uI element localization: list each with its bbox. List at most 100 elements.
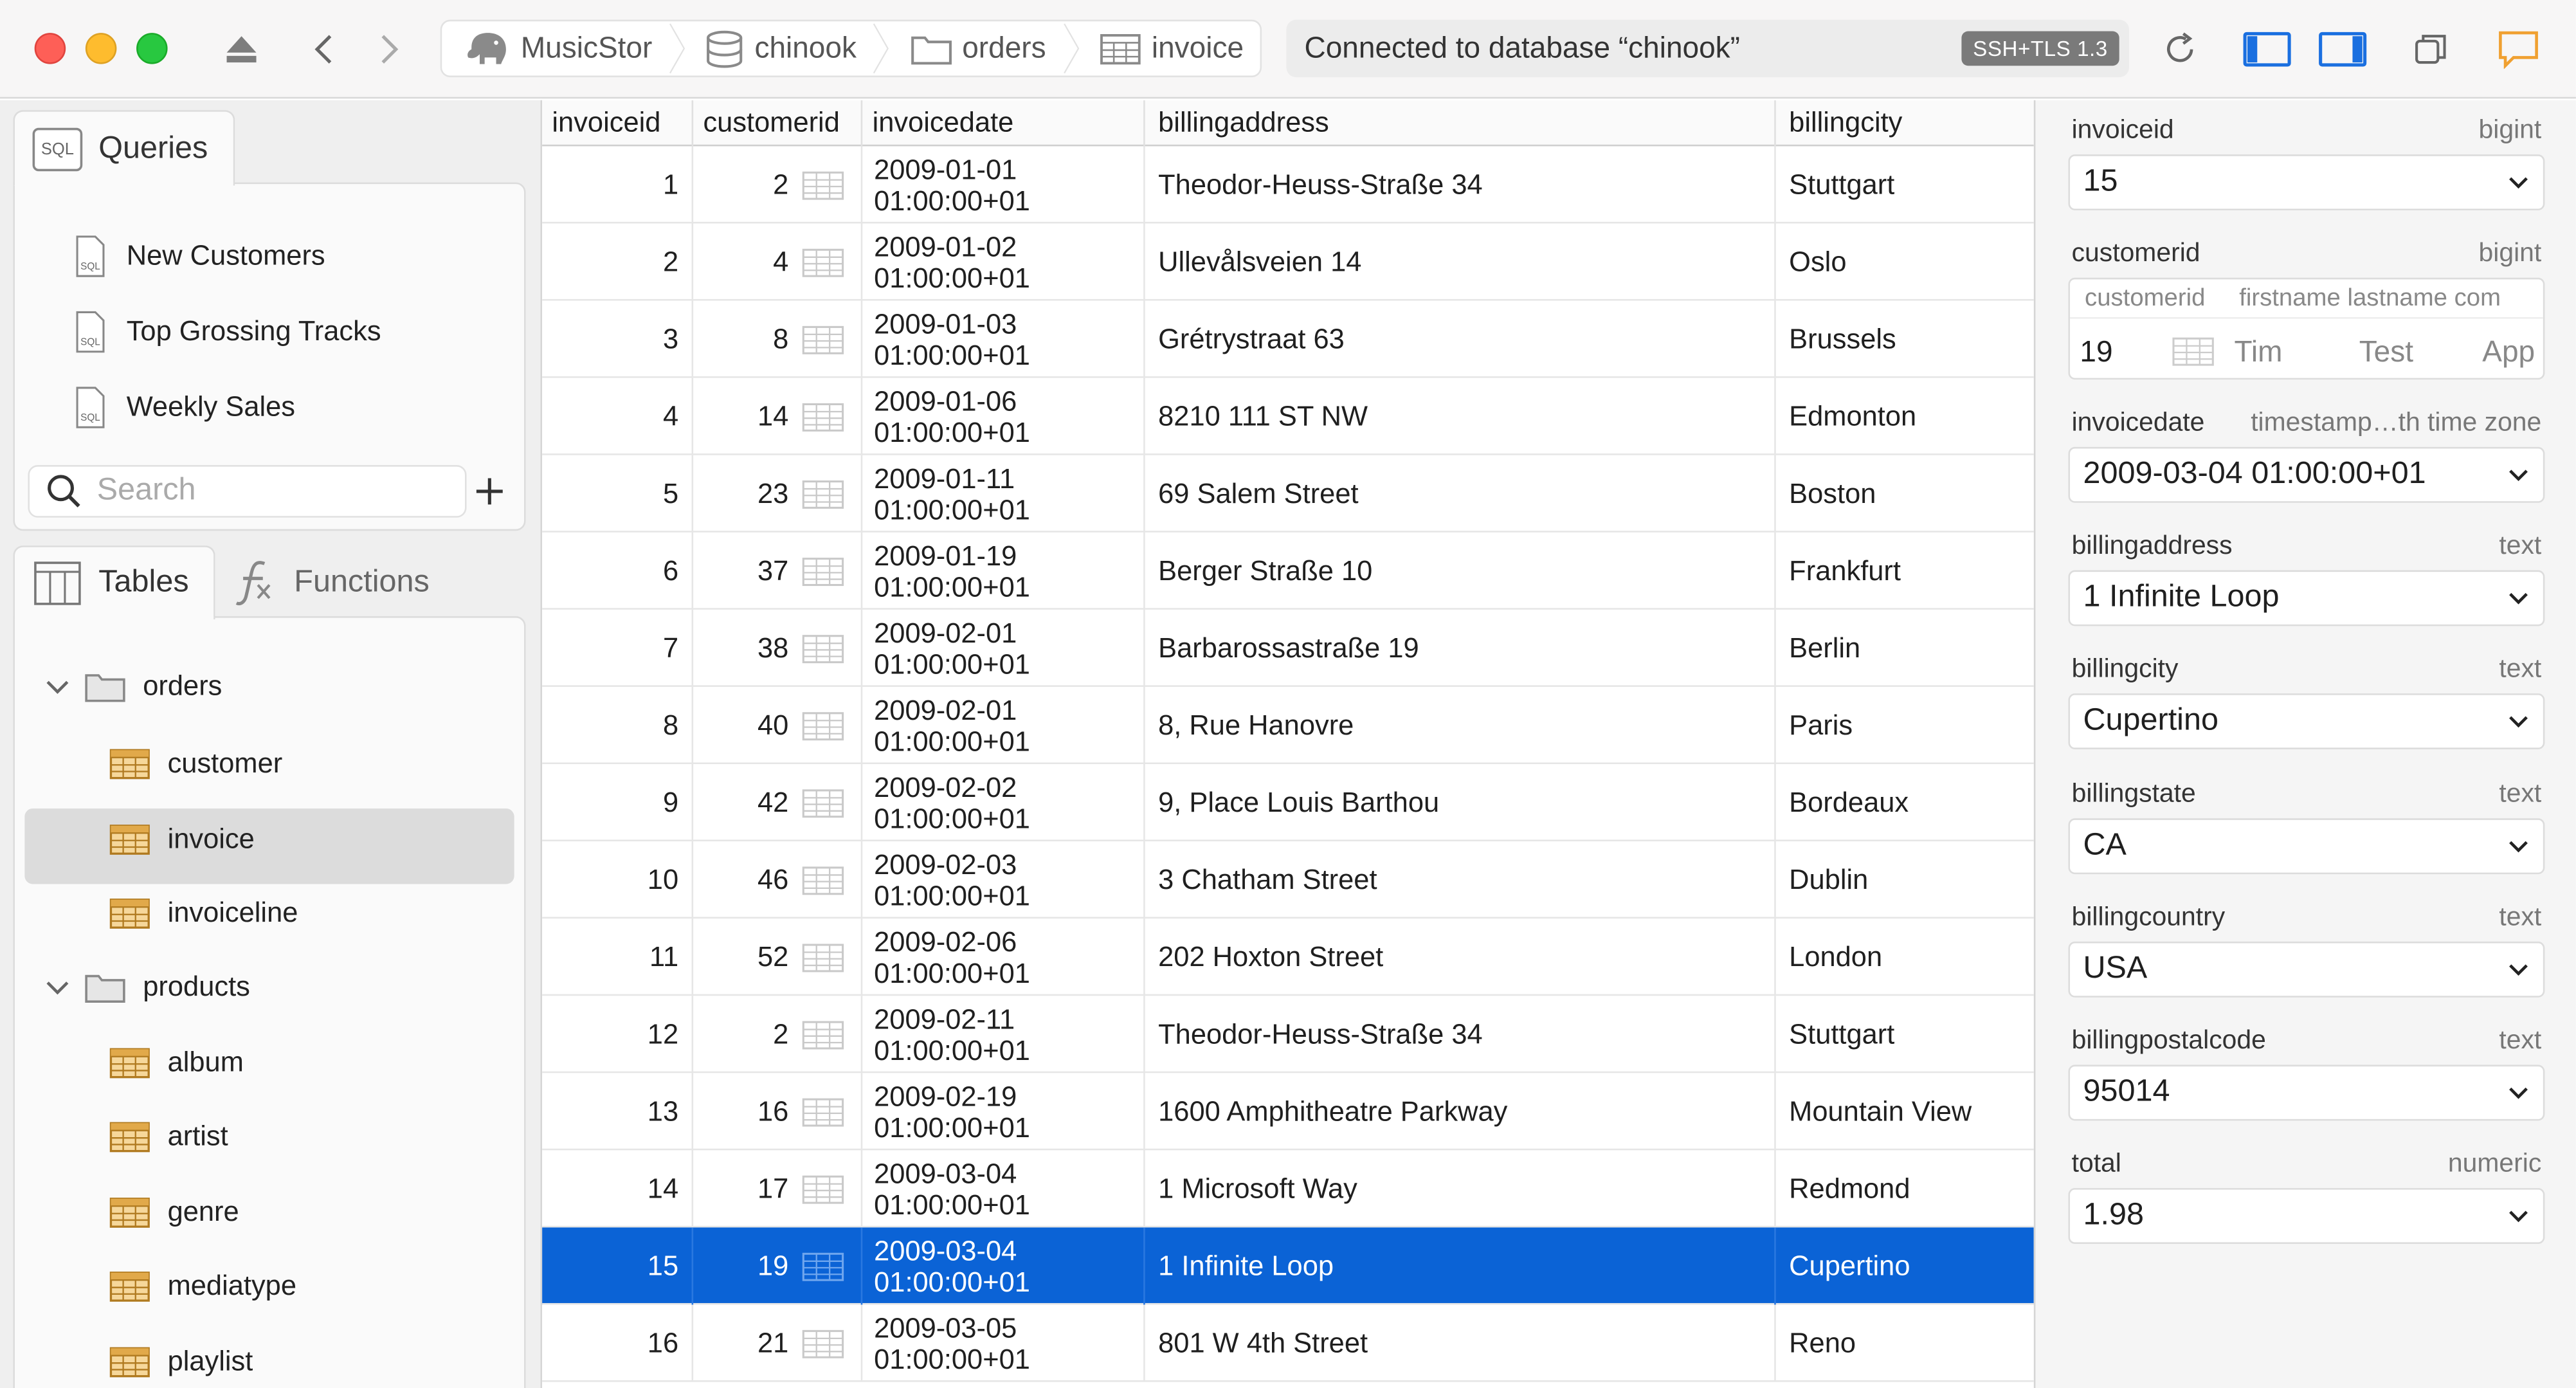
cell-billingaddress[interactable]: 1600 Amphitheatre Parkway — [1145, 1073, 1776, 1151]
breadcrumb-table[interactable]: invoice — [1079, 21, 1260, 75]
cell-invoiceid[interactable]: 15 — [542, 1227, 694, 1305]
table-row[interactable]: 14 17 2009-03-04 01:00:00+01 1 Microsoft Way… — [542, 1150, 2034, 1228]
cell-invoicedate[interactable]: 2009-02-03 01:00:00+01 — [862, 841, 1145, 919]
cell-invoiceid[interactable]: 16 — [542, 1304, 694, 1382]
cell-customerid[interactable]: 23 — [693, 455, 863, 533]
cell-billingaddress[interactable]: 1 Infinite Loop — [1145, 1227, 1776, 1305]
zoom-window-button[interactable] — [136, 33, 168, 64]
table-icon[interactable] — [802, 634, 844, 663]
cell-invoiceid[interactable]: 9 — [542, 763, 694, 842]
cell-invoicedate[interactable]: 2009-02-11 01:00:00+01 — [862, 996, 1145, 1073]
cell-customerid[interactable]: 19 — [693, 1227, 863, 1305]
table-icon[interactable] — [802, 402, 844, 432]
billingcity-input[interactable]: Cupertino — [2068, 693, 2545, 749]
close-window-button[interactable] — [34, 33, 66, 64]
cell-invoiceid[interactable]: 7 — [542, 609, 694, 687]
cell-invoicedate[interactable]: 2009-02-01 01:00:00+01 — [862, 609, 1145, 687]
table-icon[interactable] — [802, 1174, 844, 1203]
cell-customerid[interactable]: 52 — [693, 918, 863, 996]
toggle-left-sidebar-icon[interactable] — [2241, 23, 2294, 76]
cell-invoicedate[interactable]: 2009-01-01 01:00:00+01 — [862, 146, 1145, 224]
cell-customerid[interactable]: 17 — [693, 1150, 863, 1228]
cell-customerid[interactable]: 21 — [693, 1304, 863, 1382]
cell-billingcity[interactable]: Edmonton — [1776, 378, 2034, 455]
tree-item-album[interactable]: album — [109, 1046, 244, 1079]
cell-invoicedate[interactable]: 2009-03-04 01:00:00+01 — [862, 1150, 1145, 1228]
table-icon[interactable] — [802, 556, 844, 586]
tree-item-customer[interactable]: customer — [109, 747, 282, 780]
cell-billingaddress[interactable]: Grétrystraat 63 — [1145, 300, 1776, 378]
cell-billingcity[interactable]: Brussels — [1776, 301, 2034, 378]
query-item[interactable]: SQL Top Grossing Tracks — [74, 311, 381, 353]
table-row[interactable]: 9 42 2009-02-02 01:00:00+01 9, Place Louis B… — [542, 763, 2034, 842]
table-icon[interactable] — [802, 942, 844, 972]
billingaddress-input[interactable]: 1 Infinite Loop — [2068, 570, 2545, 626]
cell-billingcity[interactable]: London — [1776, 918, 2034, 996]
cell-invoiceid[interactable]: 4 — [542, 378, 694, 455]
table-row[interactable]: 15 19 2009-03-04 01:00:00+01 1 Infinite Loop… — [542, 1227, 2034, 1305]
tree-folder-products[interactable]: products — [44, 971, 250, 1004]
breadcrumb-database[interactable]: chinook — [685, 21, 873, 75]
table-row[interactable]: 12 2 2009-02-11 01:00:00+01 Theodor-Heuss-St… — [542, 996, 2034, 1073]
table-row[interactable]: 11 52 2009-02-06 01:00:00+01 202 Hoxton Stre… — [542, 918, 2034, 996]
cell-invoicedate[interactable]: 2009-01-11 01:00:00+01 — [862, 455, 1145, 533]
cell-billingcity[interactable]: Reno — [1776, 1305, 2034, 1382]
table-row[interactable]: 4 14 2009-01-06 01:00:00+01 8210 111 ST NW Ed… — [542, 378, 2034, 455]
cell-invoiceid[interactable]: 11 — [542, 918, 694, 996]
billingstate-input[interactable]: CA — [2068, 818, 2545, 875]
cell-billingaddress[interactable]: Ullevålsveien 14 — [1145, 223, 1776, 301]
table-icon[interactable] — [802, 479, 844, 509]
cell-billingcity[interactable]: Cupertino — [1776, 1227, 2034, 1304]
cell-customerid[interactable]: 40 — [693, 686, 863, 764]
table-icon[interactable] — [802, 865, 844, 895]
back-icon[interactable] — [297, 23, 350, 76]
table-icon[interactable] — [802, 788, 844, 817]
cell-billingcity[interactable]: Paris — [1776, 687, 2034, 764]
cell-billingaddress[interactable]: 8210 111 ST NW — [1145, 378, 1776, 455]
cell-customerid[interactable]: 42 — [693, 763, 863, 842]
cell-customerid[interactable]: 38 — [693, 609, 863, 687]
table-icon[interactable] — [802, 1019, 844, 1049]
cell-billingcity[interactable]: Redmond — [1776, 1150, 2034, 1227]
cell-billingcity[interactable]: Oslo — [1776, 223, 2034, 300]
tab-tables[interactable]: Tables — [13, 545, 215, 620]
table-icon[interactable] — [802, 325, 844, 354]
search-field[interactable]: Search — [28, 465, 467, 518]
cell-billingaddress[interactable]: 9, Place Louis Barthou — [1145, 763, 1776, 842]
cell-invoiceid[interactable]: 5 — [542, 455, 694, 533]
eject-icon[interactable] — [215, 23, 268, 76]
cell-invoicedate[interactable]: 2009-03-04 01:00:00+01 — [862, 1227, 1145, 1305]
cell-billingcity[interactable]: Bordeaux — [1776, 764, 2034, 841]
table-row[interactable]: 10 46 2009-02-03 01:00:00+01 3 Chatham Stree… — [542, 841, 2034, 919]
cell-billingaddress[interactable]: Theodor-Heuss-Straße 34 — [1145, 996, 1776, 1073]
cell-invoicedate[interactable]: 2009-02-19 01:00:00+01 — [862, 1073, 1145, 1151]
cell-invoiceid[interactable]: 14 — [542, 1150, 694, 1228]
cell-invoiceid[interactable]: 12 — [542, 996, 694, 1073]
cell-billingcity[interactable]: Dublin — [1776, 841, 2034, 918]
cell-invoiceid[interactable]: 8 — [542, 686, 694, 764]
cell-billingaddress[interactable]: 8, Rue Hanovre — [1145, 686, 1776, 764]
cell-billingaddress[interactable]: Barbarossastraße 19 — [1145, 609, 1776, 687]
invoicedate-input[interactable]: 2009-03-04 01:00:00+01 — [2068, 446, 2545, 503]
cell-invoicedate[interactable]: 2009-03-05 01:00:00+01 — [862, 1304, 1145, 1382]
cell-billingaddress[interactable]: 69 Salem Street — [1145, 455, 1776, 533]
column-header-billingcity[interactable]: billingcity — [1776, 100, 2034, 147]
table-row[interactable]: 8 40 2009-02-01 01:00:00+01 8, Rue Hanovre Pa… — [542, 686, 2034, 764]
cell-invoicedate[interactable]: 2009-01-03 01:00:00+01 — [862, 300, 1145, 378]
toggle-right-sidebar-icon[interactable] — [2316, 23, 2369, 76]
cell-customerid[interactable]: 16 — [693, 1073, 863, 1151]
tree-item-invoiceline[interactable]: invoiceline — [109, 897, 298, 930]
cell-billingcity[interactable]: Berlin — [1776, 610, 2034, 687]
table-row[interactable]: 5 23 2009-01-11 01:00:00+01 69 Salem Street B… — [542, 455, 2034, 533]
table-row[interactable]: 13 16 2009-02-19 01:00:00+01 1600 Amphitheat… — [542, 1073, 2034, 1151]
cell-invoicedate[interactable]: 2009-01-06 01:00:00+01 — [862, 378, 1145, 455]
column-header-invoiceid[interactable]: invoiceid — [542, 100, 694, 147]
cell-billingaddress[interactable]: 3 Chatham Street — [1145, 841, 1776, 919]
cell-invoicedate[interactable]: 2009-02-02 01:00:00+01 — [862, 763, 1145, 842]
forward-icon[interactable] — [363, 23, 416, 76]
cell-invoicedate[interactable]: 2009-01-19 01:00:00+01 — [862, 532, 1145, 610]
query-item[interactable]: SQL New Customers — [74, 235, 325, 277]
cell-billingcity[interactable]: Boston — [1776, 455, 2034, 533]
cell-customerid[interactable]: 46 — [693, 841, 863, 919]
table-icon[interactable] — [802, 1329, 844, 1358]
